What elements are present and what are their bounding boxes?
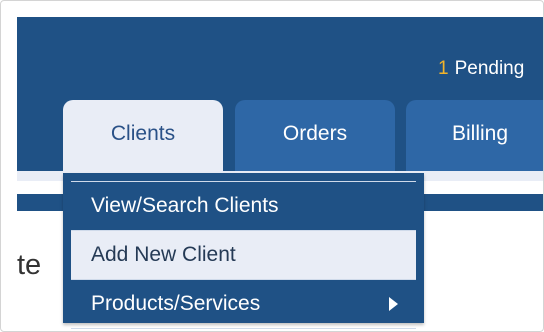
tab-orders[interactable]: Orders (235, 100, 395, 171)
pending-count: 1 (438, 58, 449, 79)
tab-orders-label: Orders (282, 122, 348, 145)
menu-divider (71, 328, 416, 329)
menu-item-view-search-clients[interactable]: View/Search Clients (71, 182, 416, 230)
pending-orders-link[interactable]: 1 Pending (438, 58, 524, 80)
menu-item-products-services[interactable]: Products/Services (71, 280, 416, 328)
menu-item-label: View/Search Clients (91, 194, 279, 217)
clients-dropdown-menu: View/Search Clients Add New Client Produ… (63, 173, 424, 329)
pending-label: Pending (454, 58, 525, 79)
menu-item-label: Add New Client (91, 243, 236, 266)
menu-item-add-new-client[interactable]: Add New Client (71, 231, 416, 279)
page-title: te (17, 249, 42, 281)
tab-billing[interactable]: Billing (406, 100, 543, 171)
tab-clients[interactable]: Clients (63, 100, 223, 171)
menu-item-label: Products/Services (91, 292, 261, 315)
tab-clients-label: Clients (110, 122, 176, 145)
admin-window: 1 Pending Clients Orders Billing te View/… (0, 0, 544, 332)
caret-right-icon (389, 297, 398, 311)
tab-billing-label: Billing (452, 122, 509, 145)
